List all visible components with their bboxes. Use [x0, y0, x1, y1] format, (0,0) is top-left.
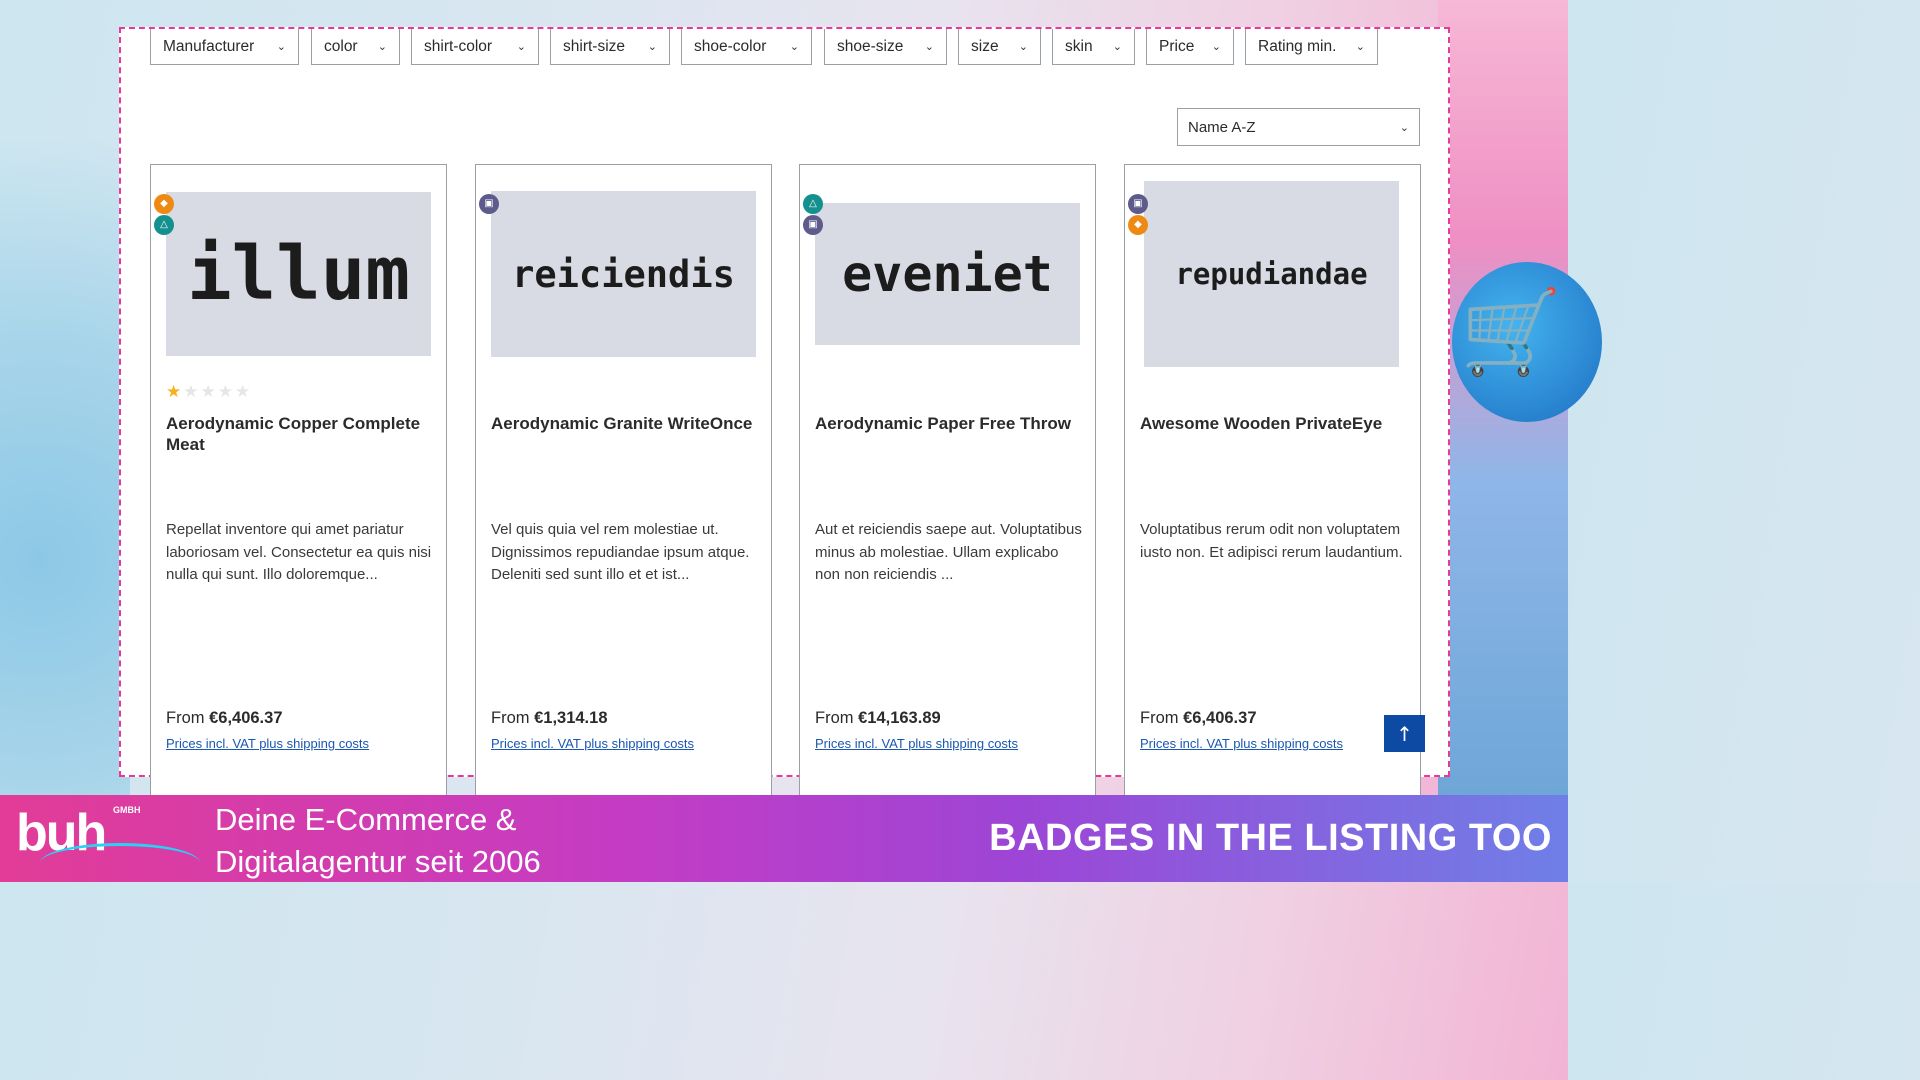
product-card[interactable]: eveniet △ ▣ Aerodynamic Paper Free Throw…: [799, 164, 1096, 804]
logo-swoosh: [40, 843, 200, 883]
product-price: From €6,406.37: [1140, 709, 1257, 728]
star-empty-icon: ★: [217, 382, 235, 402]
rating-stars: ★★★★★: [166, 382, 252, 402]
product-description: Aut et reiciendis saepe aut. Voluptatibu…: [815, 521, 1082, 583]
listing-frame: Manufacturer ⌄ color ⌄ shirt-color ⌄ shi…: [119, 27, 1450, 804]
chevron-down-icon: ⌄: [1211, 40, 1221, 53]
price-value: €14,163.89: [858, 709, 941, 727]
product-description: Voluptatibus rerum odit non voluptatem i…: [1140, 521, 1403, 561]
product-price: From €14,163.89: [815, 709, 941, 728]
product-image-text: repudiandae: [1175, 257, 1368, 291]
price-prefix: From: [166, 709, 205, 727]
product-name[interactable]: Awesome Wooden PrivateEye: [1140, 413, 1405, 434]
star-filled-icon: ★: [166, 382, 184, 402]
branding-footer: buh GMBH Deine E-Commerce & Digitalagent…: [0, 795, 1568, 882]
star-empty-icon: ★: [235, 382, 253, 402]
chevron-down-icon: ⌄: [647, 40, 657, 53]
filter-shirt-color[interactable]: shirt-color ⌄: [411, 29, 539, 65]
product-price: From €1,314.18: [491, 709, 608, 728]
product-name[interactable]: Aerodynamic Copper Complete Meat: [166, 413, 431, 455]
product-name[interactable]: Aerodynamic Paper Free Throw: [815, 413, 1080, 434]
product-name[interactable]: Aerodynamic Granite WriteOnce: [491, 413, 756, 434]
chevron-down-icon: ⌄: [377, 40, 387, 53]
purple-square-badge-icon: ▣: [479, 194, 499, 214]
product-price: From €6,406.37: [166, 709, 283, 728]
shopping-cart-icon: 🛒: [1460, 285, 1563, 380]
chevron-down-icon: ⌄: [1112, 40, 1122, 53]
scroll-to-top-button[interactable]: ↑: [1384, 715, 1425, 752]
sort-select[interactable]: Name A-Z ⌄: [1177, 108, 1420, 146]
product-image-text: illum: [187, 231, 410, 317]
filter-price[interactable]: Price ⌄: [1146, 29, 1234, 65]
price-prefix: From: [491, 709, 530, 727]
slide-headline: BADGES IN THE LISTING TOO: [989, 817, 1552, 859]
filter-color[interactable]: color ⌄: [311, 29, 400, 65]
vat-shipping-link[interactable]: Prices incl. VAT plus shipping costs: [815, 736, 1018, 751]
product-image[interactable]: repudiandae: [1144, 181, 1399, 367]
chevron-down-icon: ⌄: [516, 40, 526, 53]
filter-label: size: [971, 37, 999, 55]
chevron-down-icon: ⌄: [1399, 120, 1409, 134]
filter-label: color: [324, 37, 358, 55]
vat-shipping-link[interactable]: Prices incl. VAT plus shipping costs: [491, 736, 694, 751]
product-card[interactable]: repudiandae ▣ ◆ Awesome Wooden PrivateEy…: [1124, 164, 1421, 804]
product-image-text: reiciendis: [512, 252, 735, 296]
background-left-decoration: [0, 0, 130, 800]
vat-shipping-link[interactable]: Prices incl. VAT plus shipping costs: [166, 736, 369, 751]
chevron-down-icon: ⌄: [924, 40, 934, 53]
product-description: Vel quis quia vel rem molestiae ut. Dign…: [491, 521, 750, 583]
tagline-line-2: Digitalagentur seit 2006: [215, 844, 541, 879]
chevron-down-icon: ⌄: [789, 40, 799, 53]
price-value: €6,406.37: [1183, 709, 1257, 727]
purple-square-badge-icon: ▣: [803, 215, 823, 235]
product-card[interactable]: reiciendis ▣ Aerodynamic Granite WriteOn…: [475, 164, 772, 804]
chevron-down-icon: ⌄: [276, 40, 286, 53]
product-image[interactable]: reiciendis: [491, 191, 756, 357]
company-logo-suffix: GMBH: [113, 805, 141, 815]
orange-diamond-badge-icon: ◆: [154, 194, 174, 214]
tagline: Deine E-Commerce & Digitalagentur seit 2…: [215, 799, 541, 883]
filter-label: shirt-color: [424, 37, 493, 55]
arrow-up-icon: ↑: [1396, 721, 1413, 746]
price-value: €6,406.37: [209, 709, 283, 727]
filter-skin[interactable]: skin ⌄: [1052, 29, 1135, 65]
filter-label: shoe-size: [837, 37, 904, 55]
filter-shoe-color[interactable]: shoe-color ⌄: [681, 29, 812, 65]
filter-shoe-size[interactable]: shoe-size ⌄: [824, 29, 947, 65]
product-image[interactable]: illum: [166, 192, 431, 356]
filter-bar: Manufacturer ⌄ color ⌄ shirt-color ⌄ shi…: [121, 29, 1448, 65]
filter-label: Manufacturer: [163, 37, 255, 55]
price-prefix: From: [815, 709, 854, 727]
filter-label: Rating min.: [1258, 37, 1337, 55]
teal-triangle-badge-icon: △: [154, 215, 174, 235]
filter-label: shoe-color: [694, 37, 767, 55]
star-empty-icon: ★: [200, 382, 218, 402]
filter-shirt-size[interactable]: shirt-size ⌄: [550, 29, 670, 65]
sort-selected-value: Name A-Z: [1188, 118, 1256, 136]
tagline-line-1: Deine E-Commerce &: [215, 802, 517, 837]
price-prefix: From: [1140, 709, 1179, 727]
product-image-text: eveniet: [842, 245, 1053, 303]
price-value: €1,314.18: [534, 709, 608, 727]
filter-rating-min[interactable]: Rating min. ⌄: [1245, 29, 1378, 65]
star-empty-icon: ★: [183, 382, 201, 402]
purple-square-badge-icon: ▣: [1128, 194, 1148, 214]
product-card[interactable]: illum ◆ △ ★★★★★ Aerodynamic Copper Compl…: [150, 164, 447, 804]
filter-size[interactable]: size ⌄: [958, 29, 1041, 65]
filter-label: shirt-size: [563, 37, 626, 55]
filter-label: skin: [1065, 37, 1093, 55]
product-image[interactable]: eveniet: [815, 203, 1080, 345]
chevron-down-icon: ⌄: [1018, 40, 1028, 53]
chevron-down-icon: ⌄: [1355, 40, 1365, 53]
filter-manufacturer[interactable]: Manufacturer ⌄: [150, 29, 299, 65]
product-description: Repellat inventore qui amet pariatur lab…: [166, 521, 432, 583]
orange-diamond-badge-icon: ◆: [1128, 215, 1148, 235]
vat-shipping-link[interactable]: Prices incl. VAT plus shipping costs: [1140, 736, 1343, 751]
teal-triangle-badge-icon: △: [803, 194, 823, 214]
filter-label: Price: [1159, 37, 1195, 55]
